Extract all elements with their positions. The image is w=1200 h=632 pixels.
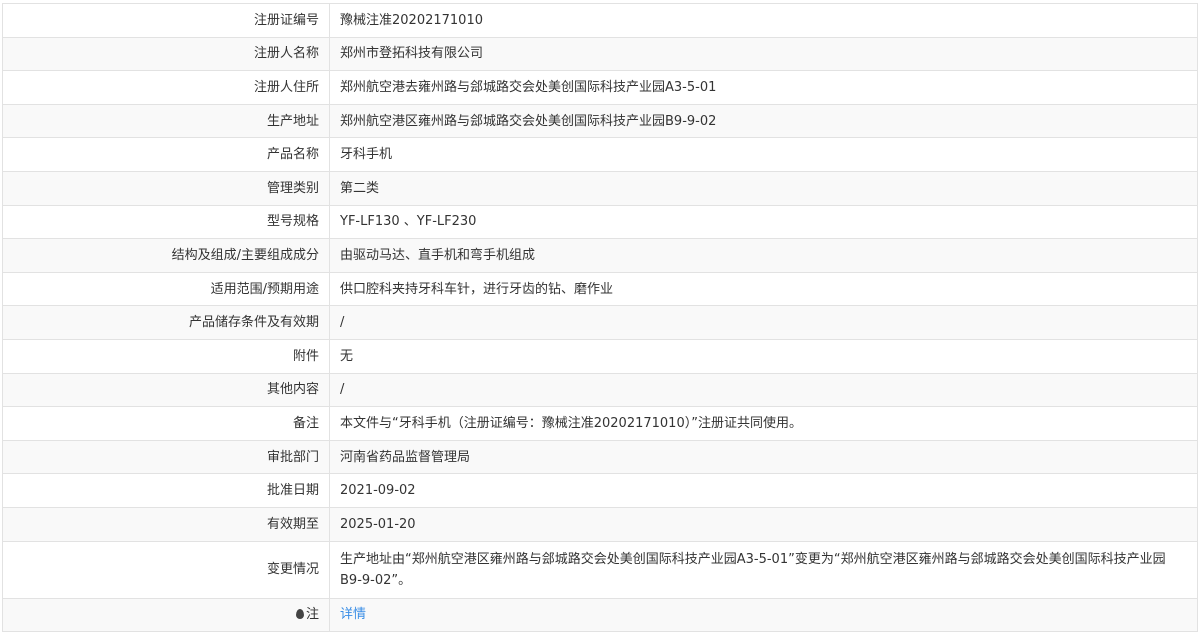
- field-label: 注: [2, 597, 330, 632]
- field-label: 注册证编号: [2, 3, 330, 38]
- field-label: 结构及组成/主要组成成分: [2, 238, 330, 273]
- table-row: 备注 本文件与“牙科手机（注册证编号：豫械注准20202171010）”注册证共同…: [2, 406, 1198, 441]
- field-label: 产品名称: [2, 137, 330, 172]
- field-label: 注册人名称: [2, 36, 330, 72]
- table-row: 其他内容 /: [2, 372, 1198, 408]
- field-value: 郑州航空港区雍州路与郐城路交会处美创国际科技产业园B9-9-02: [329, 103, 1198, 139]
- field-value: 生产地址由“郑州航空港区雍州路与郐城路交会处美创国际科技产业园A3-5-01”变…: [329, 540, 1198, 599]
- field-value: 豫械注准20202171010: [329, 3, 1198, 38]
- field-label: 批准日期: [2, 473, 330, 508]
- field-value: /: [329, 305, 1198, 340]
- table-row: 附件无: [2, 338, 1198, 374]
- field-label: 审批部门: [2, 439, 330, 475]
- table-row: 产品名称 牙科手机: [2, 137, 1198, 172]
- field-value: 无: [329, 338, 1198, 374]
- field-value: 2021-09-02: [329, 473, 1198, 508]
- field-label: 备注: [2, 406, 330, 441]
- field-label: 变更情况: [2, 540, 330, 599]
- registration-detail: 注册证编号 豫械注准20202171010 注册人名称 郑州市登拓科技有限公司 注册人住…: [0, 0, 1200, 632]
- field-label: 注册人住所: [2, 70, 330, 105]
- field-value: 河南省药品监督管理局: [329, 439, 1198, 475]
- field-value: 2025-01-20: [329, 506, 1198, 542]
- field-label: 生产地址: [2, 103, 330, 139]
- field-value: 供口腔科夹持牙科车针，进行牙齿的钻、磨作业: [329, 271, 1198, 307]
- map-pin-icon: [295, 609, 304, 620]
- field-value: /: [329, 372, 1198, 408]
- details-link[interactable]: 详情: [340, 607, 366, 622]
- table-row: 注册证编号 豫械注准20202171010: [2, 3, 1198, 38]
- table-row: 有效期至 2025-01-20: [2, 506, 1198, 542]
- field-label: 产品储存条件及有效期: [2, 305, 330, 340]
- field-value: 郑州航空港去雍州路与郐城路交会处美创国际科技产业园A3-5-01: [329, 70, 1198, 105]
- field-value: 郑州市登拓科技有限公司: [329, 36, 1198, 72]
- table-row: 型号规格 YF-LF130 、YF-LF230: [2, 204, 1198, 240]
- field-value: 第二类: [329, 170, 1198, 206]
- table-row-note: 注 详情: [2, 597, 1198, 632]
- table-row: 注册人住所 郑州航空港去雍州路与郐城路交会处美创国际科技产业园A3-5-01: [2, 70, 1198, 105]
- table-row: 管理类别 第二类: [2, 170, 1198, 206]
- field-value: YF-LF130 、YF-LF230: [329, 204, 1198, 240]
- table-row: 变更情况 生产地址由“郑州航空港区雍州路与郐城路交会处美创国际科技产业园A3-5-…: [2, 540, 1198, 599]
- table-row: 审批部门 河南省药品监督管理局: [2, 439, 1198, 475]
- field-label: 管理类别: [2, 170, 330, 206]
- note-label: 注: [305, 607, 319, 623]
- field-value: 由驱动马达、直手机和弯手机组成: [329, 238, 1198, 273]
- table-row: 批准日期 2021-09-02: [2, 473, 1198, 508]
- table-row: 结构及组成/主要组成成分 由驱动马达、直手机和弯手机组成: [2, 238, 1198, 273]
- table-row: 产品储存条件及有效期 /: [2, 305, 1198, 340]
- field-label: 适用范围/预期用途: [2, 271, 330, 307]
- field-value: 本文件与“牙科手机（注册证编号：豫械注准20202171010）”注册证共同使用…: [329, 406, 1198, 441]
- detail-table: 注册证编号 豫械注准20202171010 注册人名称 郑州市登拓科技有限公司 注册人住…: [2, 3, 1198, 632]
- field-value: 牙科手机: [329, 137, 1198, 172]
- field-label: 有效期至: [2, 506, 330, 542]
- table-row: 注册人名称 郑州市登拓科技有限公司: [2, 36, 1198, 72]
- field-value: 详情: [329, 597, 1198, 632]
- field-label: 附件: [2, 338, 330, 374]
- field-label: 型号规格: [2, 204, 330, 240]
- table-row: 生产地址 郑州航空港区雍州路与郐城路交会处美创国际科技产业园B9-9-02: [2, 103, 1198, 139]
- table-row: 适用范围/预期用途 供口腔科夹持牙科车针，进行牙齿的钻、磨作业: [2, 271, 1198, 307]
- field-label: 其他内容: [2, 372, 330, 408]
